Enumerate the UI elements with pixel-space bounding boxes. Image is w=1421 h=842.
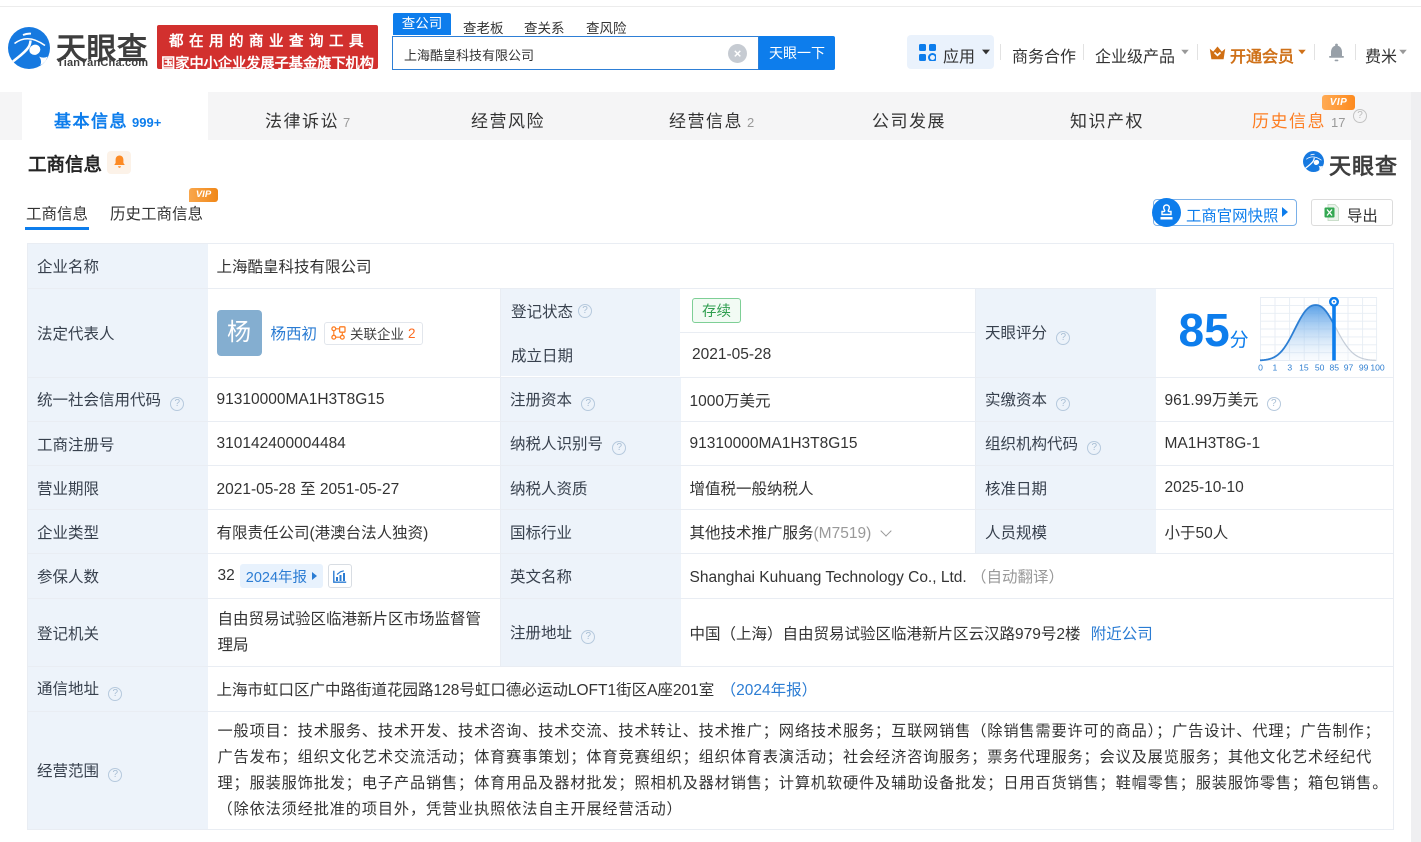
svg-text:1: 1 [1272,363,1277,373]
svg-text:97: 97 [1343,363,1353,373]
svg-text:0: 0 [1258,363,1263,373]
svg-text:15: 15 [1299,363,1309,373]
svg-text:85: 85 [1329,363,1339,373]
svg-text:3: 3 [1287,363,1292,373]
svg-text:100: 100 [1370,363,1385,373]
svg-text:50: 50 [1314,363,1324,373]
svg-text:99: 99 [1358,363,1368,373]
